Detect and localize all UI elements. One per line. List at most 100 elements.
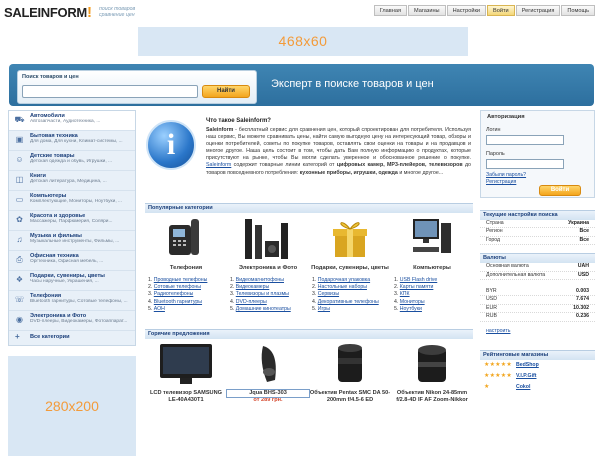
list-item[interactable]: 1. USB Flash drive bbox=[394, 277, 473, 284]
computer-image[interactable] bbox=[391, 214, 473, 262]
about-link[interactable]: Saleinform bbox=[206, 162, 231, 168]
list-item[interactable]: 2. Сотовые телефоны bbox=[148, 284, 227, 291]
monitor-icon: ▭ bbox=[15, 195, 24, 204]
speakers-image[interactable] bbox=[227, 214, 309, 262]
rate-row: EUR 10.302 bbox=[480, 305, 595, 314]
shop-item[interactable]: ★ Cokol bbox=[480, 382, 595, 393]
hot-item-name: Объектив Pentax SMC DA 50-200mm f/4.5-6 … bbox=[309, 390, 391, 403]
list-item[interactable]: 4. Bluetooth гарнитуры bbox=[148, 299, 227, 306]
list-item[interactable]: 4. DVD-плееры bbox=[230, 299, 309, 306]
list-item[interactable]: 4. Мониторы bbox=[394, 299, 473, 306]
sidebar-item-beauty[interactable]: ✿ Красота и здоровье Массажеры, Парфюмер… bbox=[9, 211, 135, 231]
sidebar-item-computers[interactable]: ▭ Компьютеры Комплектующие, Мониторы, Но… bbox=[9, 191, 135, 211]
currency-header: Валюты bbox=[480, 253, 595, 264]
about-brand: Saleinform bbox=[206, 127, 234, 133]
search-bar: Поиск товаров и цен Найти Эксперт в поис… bbox=[9, 64, 594, 106]
settings-edit-link[interactable]: настроить bbox=[480, 328, 595, 334]
nav-shops[interactable]: Магазины bbox=[407, 5, 446, 16]
sidebar-item-title: Офисная техника bbox=[30, 253, 79, 259]
forgot-password-link[interactable]: Забыли пароль? bbox=[486, 172, 526, 178]
sidebar-item-books[interactable]: ◫ Книги Детская литература, Медицина, ..… bbox=[9, 171, 135, 191]
sidebar-item-music[interactable]: ♫ Музыка и фильмы Музыкальные инструмент… bbox=[9, 231, 135, 251]
list-item[interactable]: 2. Видеокамеры bbox=[230, 284, 309, 291]
password-field[interactable] bbox=[486, 159, 564, 169]
about-bold-2: кухонные приборы, игрушки, одежда bbox=[299, 169, 398, 176]
site-logo[interactable]: SALEINFORM! поиск товаров сравнение цен bbox=[4, 4, 164, 26]
list-item[interactable]: 2. Настольные наборы bbox=[312, 284, 391, 291]
hot-item-tv[interactable]: LCD телевизор SAMSUNG LE-40A430T1 bbox=[145, 340, 227, 415]
popular-col-title: Компьютеры bbox=[413, 265, 451, 271]
sidebar-item-sub: Массажеры, Парфюмерия, Соляри... bbox=[30, 219, 113, 224]
sidebar-item-office[interactable]: ⎙ Офисная техника Оргтехника, Офисная ме… bbox=[9, 251, 135, 271]
auth-panel: Авторизация Логин Пароль Забыли пароль? … bbox=[480, 110, 595, 198]
shop-item[interactable]: ★★★★★ V.I.P.Gift bbox=[480, 371, 595, 382]
sidebar-item-sub: Часы наручные, Украшения, ... bbox=[30, 279, 99, 284]
list-item[interactable]: 3. Радиотелефоны bbox=[148, 291, 227, 298]
search-label: Поиск товаров и цен bbox=[22, 74, 79, 80]
banner-468x60[interactable]: 468x60 bbox=[138, 27, 468, 56]
hot-item-lens-pentax[interactable]: Объектив Pentax SMC DA 50-200mm f/4.5-6 … bbox=[309, 340, 391, 415]
search-settings: Текущие настройки поиска Страна Украина Р… bbox=[480, 210, 595, 340]
currency-row: Дополнительная валюта USD bbox=[480, 272, 595, 281]
search-input[interactable] bbox=[22, 85, 198, 98]
popular-col-title: Телефония bbox=[169, 265, 203, 271]
category-sidebar: ⛟ Автомобили Автозапчасти, Аудиотехника,… bbox=[8, 110, 136, 346]
login-label: Логин bbox=[486, 127, 501, 133]
sidebar-item-title: Компьютеры bbox=[30, 193, 67, 199]
sidebar-item-sub: Комплектующие, Мониторы, Ноутбуки, ... bbox=[30, 199, 122, 204]
popular-col-title: Электроника и Фото bbox=[238, 265, 298, 271]
register-link[interactable]: Регистрация bbox=[486, 179, 516, 185]
login-button[interactable]: Войти bbox=[539, 185, 581, 196]
sidebar-item-electronics[interactable]: ◉ Электроника и Фото DVD-плееры, Видеока… bbox=[9, 311, 135, 331]
shops-header: Рейтинговые магазины bbox=[480, 350, 595, 360]
list-item[interactable]: 3. Сервизы bbox=[312, 291, 391, 298]
sidebar-item-sub: Детская литература, Медицина, ... bbox=[30, 179, 107, 184]
list-item[interactable]: 5. Домашние кинотеатры bbox=[230, 306, 309, 313]
sidebar-item-sub: Автозапчасти, Аудиотехника, ... bbox=[30, 119, 101, 124]
sidebar-item-title: Подарки, сувениры, цветы bbox=[30, 273, 105, 279]
star-rating-icon: ★★★★★ bbox=[484, 362, 512, 368]
sidebar-item-auto[interactable]: ⛟ Автомобили Автозапчасти, Аудиотехника,… bbox=[9, 111, 135, 131]
list-item[interactable]: 1. Подарочная упаковка bbox=[312, 277, 391, 284]
search-button[interactable]: Найти bbox=[202, 85, 250, 98]
list-item[interactable]: 2. Карты памяти bbox=[394, 284, 473, 291]
nav-login[interactable]: Войти bbox=[487, 5, 515, 16]
sidebar-item-gifts[interactable]: ❖ Подарки, сувениры, цветы Часы наручные… bbox=[9, 271, 135, 291]
slogan-line-2: сравнение цен bbox=[99, 12, 135, 18]
about-end: и многое другое... bbox=[397, 169, 444, 176]
banner-280x200[interactable]: 280x200 bbox=[8, 356, 136, 456]
all-categories-link[interactable]: + Все категории bbox=[9, 331, 135, 343]
nav-home[interactable]: Главная bbox=[373, 5, 407, 16]
rate-row: RUB 0.236 bbox=[480, 313, 595, 322]
gift-image[interactable] bbox=[309, 214, 391, 262]
sidebar-item-appliances[interactable]: ▣ Бытовая техника Для дома, Для кухни, К… bbox=[9, 131, 135, 151]
about-section: i Что такое Saleinform? Saleinform - бес… bbox=[146, 110, 472, 198]
sidebar-item-title: Книги bbox=[30, 173, 47, 179]
settings-row: Регион Все bbox=[480, 228, 595, 237]
sidebar-item-phones[interactable]: ☏ Телефония Bluetooth гарнитуры, Сотовые… bbox=[9, 291, 135, 311]
list-item[interactable]: 4. Декоративные телефоны bbox=[312, 299, 391, 306]
list-item[interactable]: 5. АОН bbox=[148, 306, 227, 313]
phone-image[interactable] bbox=[145, 214, 227, 262]
hot-item-lens-nikon[interactable]: Объектив Nikon 24-85mm f/2.8-4D IF AF Zo… bbox=[391, 340, 473, 415]
list-item[interactable]: 1. Видеомагнитофоны bbox=[230, 277, 309, 284]
plus-icon: + bbox=[15, 332, 20, 341]
list-item[interactable]: 5. Игры bbox=[312, 306, 391, 313]
all-categories-label: Все категории bbox=[30, 334, 70, 340]
list-item[interactable]: 3. Телевизоры и плазмы bbox=[230, 291, 309, 298]
hot-offers-header: Горячие предложения bbox=[145, 329, 473, 339]
hot-item-name: Jqua BHS-303 bbox=[226, 389, 310, 398]
hot-item-headset[interactable]: Jqua BHS-303 от 289 грн. bbox=[226, 340, 310, 415]
star-rating-icon: ★★★★★ bbox=[484, 373, 512, 379]
popular-col-electronics: Электроника и Фото 1. Видеомагнитофоны 2… bbox=[227, 214, 309, 318]
nav-help[interactable]: Помощь bbox=[561, 5, 595, 16]
nav-register[interactable]: Регистрация bbox=[515, 5, 561, 16]
nav-settings[interactable]: Настройки bbox=[446, 5, 487, 16]
list-item[interactable]: 1. Проводные телефоны bbox=[148, 277, 227, 284]
list-item[interactable]: 5. Ноутбуки bbox=[394, 306, 473, 313]
login-field[interactable] bbox=[486, 135, 564, 145]
shop-item[interactable]: ★★★★★ BedShop bbox=[480, 360, 595, 371]
list-item[interactable]: 3. КПК bbox=[394, 291, 473, 298]
hot-item-price: от 289 грн. bbox=[253, 397, 283, 403]
sidebar-item-kids[interactable]: ☺ Детские товары Детская одежда и обувь,… bbox=[9, 151, 135, 171]
